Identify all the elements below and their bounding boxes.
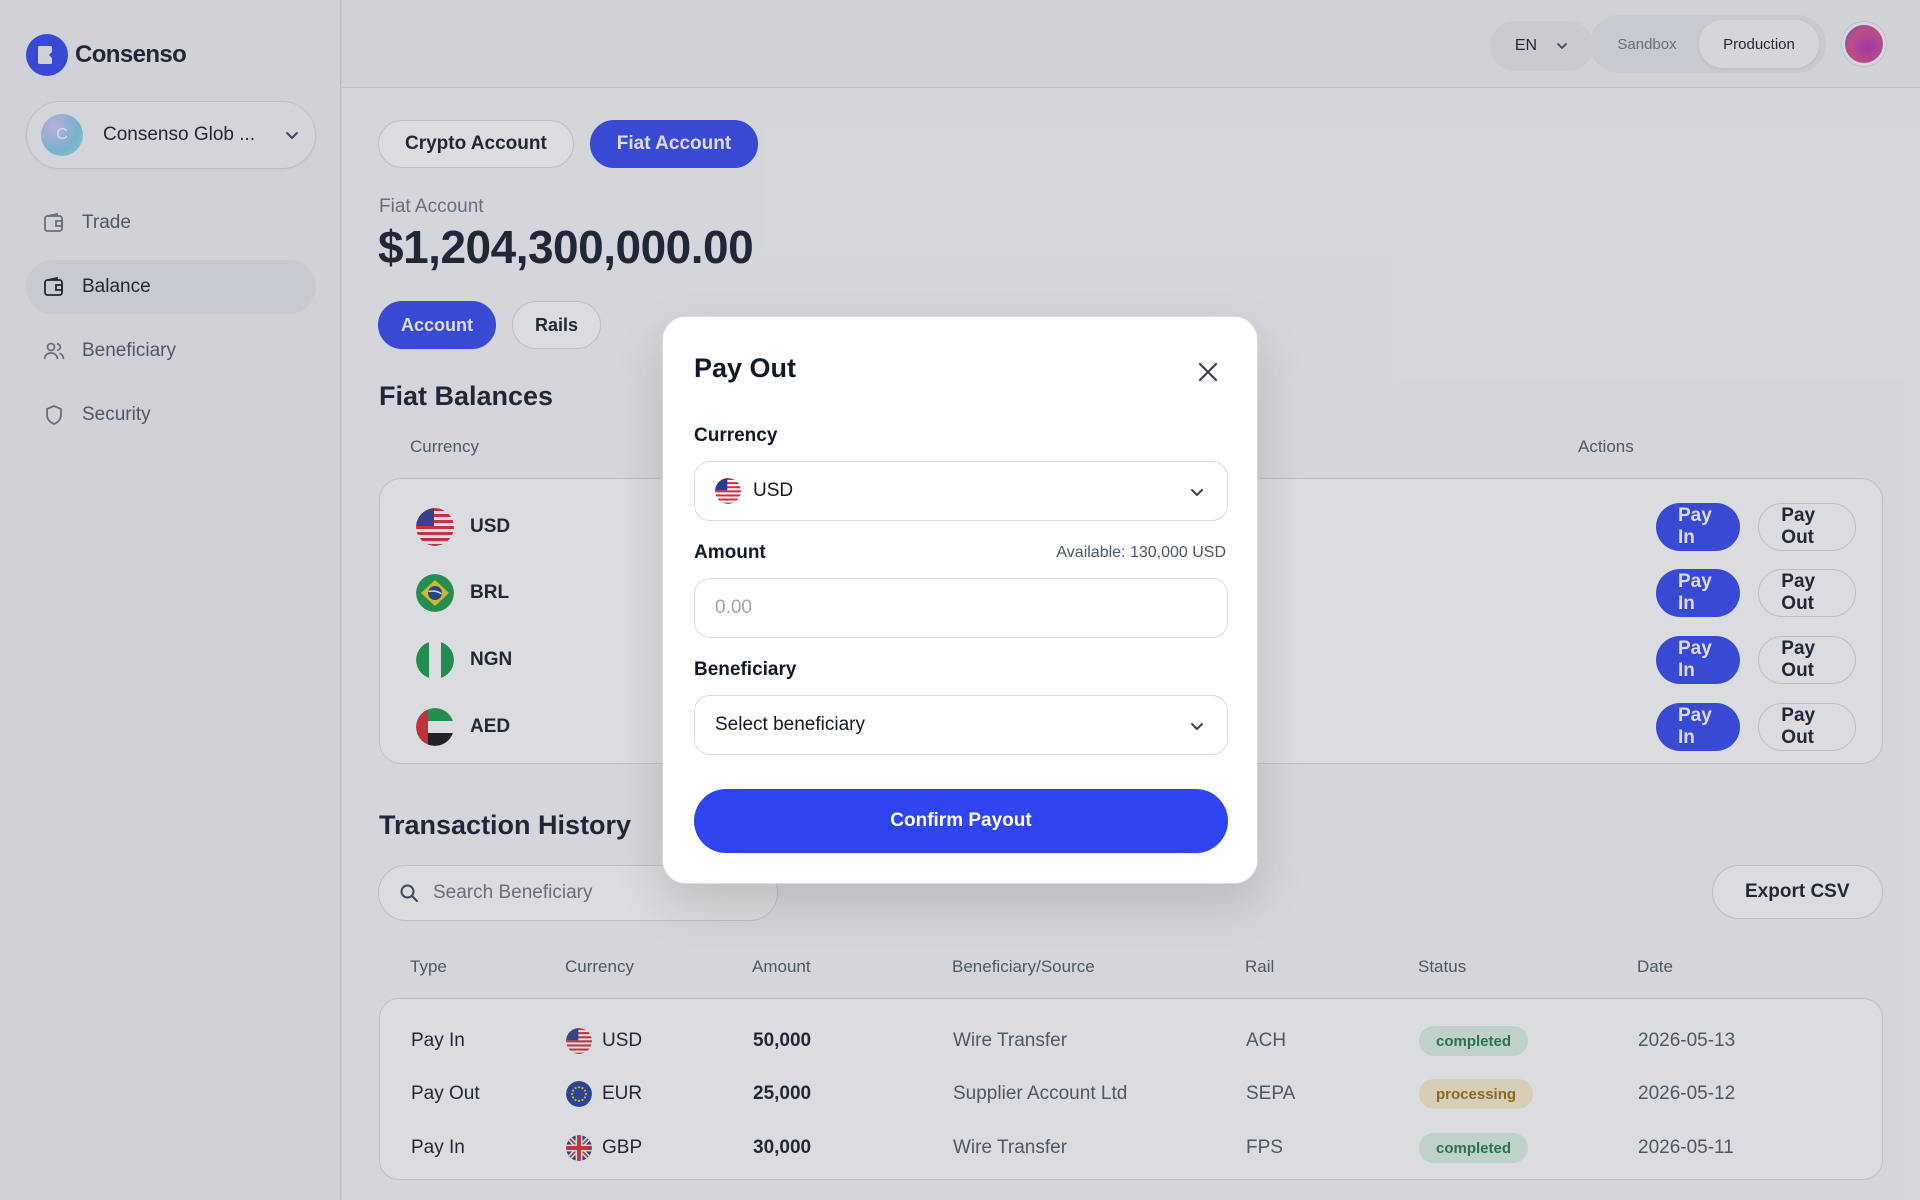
- chevron-down-icon: [1191, 489, 1203, 496]
- close-button[interactable]: [1193, 357, 1223, 387]
- currency-select-value: USD: [753, 480, 794, 501]
- beneficiary-select-value: Select beneficiary: [715, 714, 865, 735]
- close-icon: [1198, 362, 1218, 382]
- confirm-payout-button[interactable]: Confirm Payout: [694, 789, 1228, 853]
- pay-out-modal: Pay Out Currency USD Amount Available: 1…: [662, 316, 1258, 884]
- amount-input[interactable]: 0.00: [694, 578, 1228, 638]
- beneficiary-label: Beneficiary: [694, 659, 797, 680]
- currency-label: Currency: [694, 425, 778, 446]
- currency-select[interactable]: USD: [694, 461, 1228, 521]
- modal-title: Pay Out: [694, 353, 797, 383]
- available-balance: Available: 130,000 USD: [1056, 544, 1226, 561]
- beneficiary-select[interactable]: Select beneficiary: [694, 695, 1228, 755]
- amount-label: Amount: [694, 542, 766, 563]
- amount-placeholder: 0.00: [715, 597, 752, 618]
- chevron-down-icon: [1191, 723, 1203, 730]
- us-flag-icon: [715, 478, 741, 504]
